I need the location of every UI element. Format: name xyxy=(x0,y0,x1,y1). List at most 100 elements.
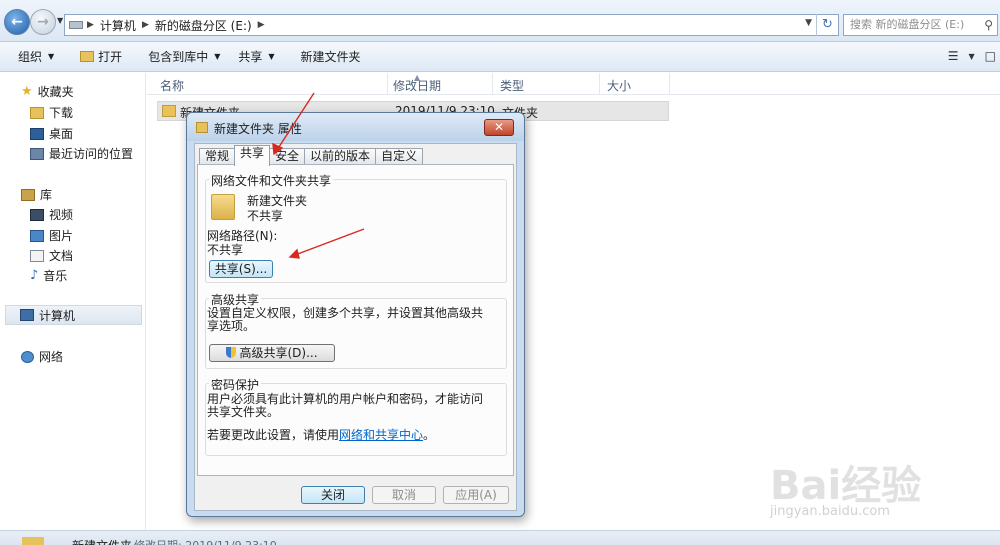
share-button[interactable]: 共享(S)... xyxy=(209,260,273,278)
folder-icon xyxy=(196,122,208,133)
folder-icon xyxy=(22,537,44,545)
dialog-tabs: 常规 共享 安全 以前的版本 自定义 xyxy=(199,145,424,166)
details-name: 新建文件夹 xyxy=(72,537,132,545)
sidebar-item-recent[interactable]: 最近访问的位置 xyxy=(30,145,133,162)
column-size[interactable]: 大小 xyxy=(607,77,631,94)
cancel-button[interactable]: 取消 xyxy=(372,486,436,504)
new-folder-button[interactable]: 新建文件夹 xyxy=(292,48,370,65)
address-input[interactable]: ▶ 计算机 ▶ 新的磁盘分区 (E:) ▶ ▼ ↻ xyxy=(64,14,839,36)
sidebar-label: 库 xyxy=(40,188,53,202)
sidebar-label: 最近访问的位置 xyxy=(49,147,134,161)
command-bar: 组织 ▼ 打开 包含到库中 ▼ 共享 ▼ 新建文件夹 ☰ ▼ □ xyxy=(0,42,1000,72)
sidebar-item-computer[interactable]: 计算机 xyxy=(5,305,142,325)
breadcrumb-separator-icon[interactable]: ▶ xyxy=(87,20,94,30)
sidebar-item-favorites[interactable]: ★ 收藏夹 xyxy=(21,83,74,100)
breadcrumb-drive-e[interactable]: 新的磁盘分区 (E:) xyxy=(155,17,252,34)
tab-security[interactable]: 安全 xyxy=(269,148,306,165)
properties-dialog: 新建文件夹 属性 ✕ 常规 共享 安全 以前的版本 自定义 网络文件和文件夹共享… xyxy=(186,112,525,517)
folder-icon xyxy=(162,105,176,117)
close-button[interactable]: 关闭 xyxy=(301,486,365,504)
refresh-icon[interactable]: ↻ xyxy=(816,14,838,36)
column-divider[interactable] xyxy=(599,73,600,95)
search-placeholder: 搜索 新的磁盘分区 (E:) xyxy=(850,18,965,31)
recent-places-icon xyxy=(30,147,44,160)
sidebar-item-music[interactable]: ♪ 音乐 xyxy=(30,267,67,284)
chevron-down-icon: ▼ xyxy=(268,52,275,61)
column-name[interactable]: 名称 xyxy=(160,77,184,94)
navigation-pane: ★ 收藏夹 下载 桌面 最近访问的位置 库 视频 图片 文档 ♪ 音乐 计算机 网络 xyxy=(0,73,146,530)
view-options-icon[interactable]: ☰ xyxy=(948,49,959,63)
dialog-title-bar[interactable]: 新建文件夹 属性 ✕ xyxy=(187,113,524,141)
back-arrow-icon: ← xyxy=(11,14,23,30)
advanced-sharing-button[interactable]: 高级共享(D)... xyxy=(209,344,335,362)
forward-arrow-icon: → xyxy=(37,14,49,30)
network-sharing-group: 网络文件和文件夹共享 新建文件夹 不共享 网络路径(N): 不共享 共享(S).… xyxy=(205,172,507,283)
password-protection-description: 用户必须具有此计算机的用户帐户和密码，才能访问共享文件夹。 xyxy=(207,392,484,419)
drive-icon xyxy=(69,21,83,29)
sidebar-item-videos[interactable]: 视频 xyxy=(30,206,73,223)
network-icon xyxy=(21,350,34,363)
star-icon: ★ xyxy=(21,83,33,99)
apply-button[interactable]: 应用(A) xyxy=(443,486,509,504)
new-folder-label: 新建文件夹 xyxy=(300,50,361,64)
sidebar-label: 收藏夹 xyxy=(37,85,74,99)
column-divider[interactable] xyxy=(492,73,493,95)
open-button[interactable]: 打开 xyxy=(71,48,131,65)
sidebar-label: 网络 xyxy=(39,350,64,364)
network-sharing-center-link[interactable]: 网络和共享中心 xyxy=(339,428,423,442)
details-pane: 新建文件夹 修改日期: 2019/11/9 23:10 xyxy=(0,530,1000,545)
column-divider[interactable] xyxy=(387,73,388,95)
sidebar-item-documents[interactable]: 文档 xyxy=(30,247,73,264)
include-library-label: 包含到库中 xyxy=(148,50,209,64)
address-bar-area: ← → ▼ ▶ 计算机 ▶ 新的磁盘分区 (E:) ▶ ▼ ↻ 搜索 新的磁盘分… xyxy=(0,0,1000,42)
share-status: 不共享 xyxy=(247,209,284,223)
document-icon xyxy=(30,249,44,262)
sidebar-item-libraries[interactable]: 库 xyxy=(21,186,52,203)
organize-menu[interactable]: 组织 ▼ xyxy=(0,48,63,65)
advanced-sharing-label: 高级共享(D)... xyxy=(239,346,318,360)
tab-sharing[interactable]: 共享 xyxy=(234,145,271,166)
open-folder-icon xyxy=(80,51,95,62)
picture-icon xyxy=(30,229,44,242)
folder-icon xyxy=(211,194,235,220)
close-icon: ✕ xyxy=(493,120,505,134)
sidebar-item-pictures[interactable]: 图片 xyxy=(30,227,73,244)
share-menu[interactable]: 共享 ▼ xyxy=(229,48,283,65)
breadcrumb-computer[interactable]: 计算机 xyxy=(100,17,136,34)
back-button[interactable]: ← xyxy=(4,9,30,35)
sidebar-item-downloads[interactable]: 下载 xyxy=(30,104,73,121)
details-date: 修改日期: 2019/11/9 23:10 xyxy=(134,537,277,545)
uac-shield-icon xyxy=(226,347,237,358)
library-icon xyxy=(21,188,35,201)
sidebar-item-network[interactable]: 网络 xyxy=(21,348,63,365)
computer-icon xyxy=(20,309,34,321)
chevron-down-icon[interactable]: ▼ xyxy=(969,52,975,61)
preview-pane-icon[interactable]: □ xyxy=(985,49,996,63)
tab-general[interactable]: 常规 xyxy=(199,148,236,165)
password-change-hint: 若要更改此设置，请使用网络和共享中心。 xyxy=(207,426,435,443)
column-date-modified[interactable]: 修改日期 xyxy=(393,77,441,94)
search-input[interactable]: 搜索 新的磁盘分区 (E:) ⚲ xyxy=(843,14,998,36)
forward-button[interactable]: → xyxy=(30,9,56,35)
tab-customize[interactable]: 自定义 xyxy=(375,148,424,165)
address-history-chevron-icon[interactable]: ▼ xyxy=(805,18,812,28)
sidebar-label: 视频 xyxy=(49,208,74,222)
tab-previous-versions[interactable]: 以前的版本 xyxy=(304,148,377,165)
recent-pages-chevron-icon[interactable]: ▼ xyxy=(57,16,63,25)
breadcrumb-separator-icon[interactable]: ▶ xyxy=(142,20,149,30)
password-change-prefix: 若要更改此设置，请使用 xyxy=(207,428,340,442)
share-label: 共享 xyxy=(238,50,263,64)
breadcrumb-separator-icon[interactable]: ▶ xyxy=(258,20,265,30)
open-label: 打开 xyxy=(98,50,123,64)
password-change-suffix: 。 xyxy=(423,428,436,442)
search-icon[interactable]: ⚲ xyxy=(984,15,993,35)
dialog-close-button[interactable]: ✕ xyxy=(484,119,514,136)
column-type[interactable]: 类型 xyxy=(500,77,524,94)
desktop-icon xyxy=(30,127,44,140)
sidebar-label: 文档 xyxy=(49,249,74,263)
include-in-library-menu[interactable]: 包含到库中 ▼ xyxy=(139,48,229,65)
toolbar-right-controls: ☰ ▼ □ xyxy=(948,49,996,63)
sidebar-label: 桌面 xyxy=(49,127,74,141)
column-divider[interactable] xyxy=(669,73,670,95)
sidebar-item-desktop[interactable]: 桌面 xyxy=(30,125,73,142)
